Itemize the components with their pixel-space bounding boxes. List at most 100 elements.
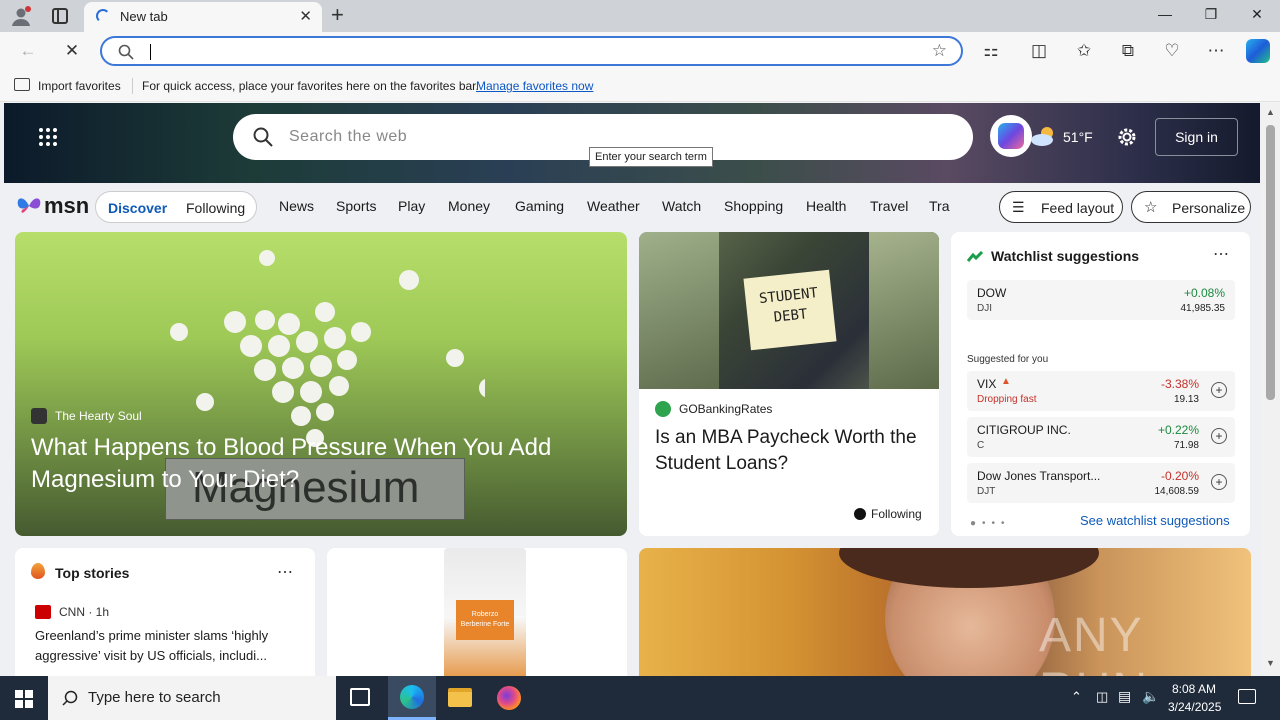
dow-row[interactable]: DOW DJI +0.08% 41,985.35 bbox=[967, 280, 1235, 320]
see-watchlist-link[interactable]: See watchlist suggestions bbox=[1080, 513, 1230, 528]
firefox-icon[interactable] bbox=[497, 686, 521, 710]
pouch-label-1: Roberzo bbox=[471, 611, 499, 618]
favorites-icon[interactable]: ✩ bbox=[1072, 41, 1096, 61]
restore-icon[interactable]: ❐ bbox=[1196, 6, 1226, 23]
watchlist-more-icon[interactable]: ⋯ bbox=[1213, 244, 1229, 264]
portrait-article-card[interactable]: ANY RUN bbox=[639, 548, 1251, 676]
mba-article-card[interactable]: STUDENT DEBT GOBankingRates Is an MBA Pa… bbox=[639, 232, 939, 536]
feed-toggle: Discover Following bbox=[95, 191, 257, 223]
manage-favorites-link[interactable]: Manage favorites now bbox=[476, 79, 593, 93]
edge-icon bbox=[400, 685, 424, 709]
scrollbar-thumb[interactable] bbox=[1266, 125, 1275, 400]
taskbar-date[interactable]: 3/24/2025 bbox=[1168, 700, 1221, 714]
msn-logo[interactable]: msn bbox=[44, 193, 89, 219]
more-menu-icon[interactable]: ⋯ bbox=[1204, 41, 1228, 61]
watchlist-card: Watchlist suggestions ⋯ DOW DJI +0.08% 4… bbox=[951, 232, 1250, 536]
scroll-up-icon[interactable]: ▲ bbox=[1266, 107, 1275, 117]
nav-health[interactable]: Health bbox=[806, 198, 846, 214]
nav-play[interactable]: Play bbox=[398, 198, 425, 214]
taskbar-search-icon bbox=[62, 690, 78, 706]
nav-news[interactable]: News bbox=[279, 198, 314, 214]
add-djt-icon[interactable]: + bbox=[1211, 474, 1227, 490]
apps-grid-icon[interactable] bbox=[38, 127, 58, 147]
collections-icon[interactable]: ⧉ bbox=[1116, 41, 1140, 61]
djt-row[interactable]: Dow Jones Transport... DJT -0.20% 14,608… bbox=[967, 463, 1235, 503]
tray-chevron-icon[interactable]: ⌃ bbox=[1071, 689, 1082, 705]
top-stories-more-icon[interactable]: ⋯ bbox=[277, 562, 293, 582]
top-stories-card: Top stories ⋯ CNN · 1h Greenland’s prime… bbox=[15, 548, 315, 676]
split-screen-icon[interactable]: ◫ bbox=[1027, 41, 1051, 61]
cnn-logo-icon bbox=[35, 605, 51, 619]
dow-symbol: DJI bbox=[977, 303, 992, 314]
volume-icon[interactable]: 🔈 bbox=[1142, 688, 1159, 705]
taskbar-time[interactable]: 8:08 AM bbox=[1172, 682, 1216, 696]
search-tooltip: Enter your search term bbox=[589, 147, 713, 167]
hero-source: The Hearty Soul bbox=[55, 409, 142, 423]
windows-start-icon[interactable] bbox=[15, 690, 33, 708]
weather-temperature[interactable]: 51°F bbox=[1063, 129, 1093, 145]
settings-gear-icon[interactable] bbox=[1116, 126, 1138, 148]
personalize-button[interactable]: ☆ Personalize bbox=[1131, 191, 1251, 223]
nav-traffic[interactable]: Tra bbox=[929, 198, 950, 214]
msn-butterfly-icon[interactable] bbox=[16, 195, 42, 217]
notification-icon[interactable] bbox=[1238, 689, 1256, 704]
nav-weather[interactable]: Weather bbox=[587, 198, 640, 214]
citigroup-price: 71.98 bbox=[1173, 440, 1199, 451]
mba-source: GOBankingRates bbox=[679, 402, 773, 416]
product-ad-card[interactable]: Roberzo Berberine Forte bbox=[327, 548, 627, 676]
favorite-star-icon[interactable]: ☆ bbox=[932, 41, 947, 61]
stop-icon[interactable]: ✕ bbox=[60, 41, 84, 61]
copilot-button-icon[interactable] bbox=[990, 115, 1032, 157]
navigation-bar: ← ✕ ☆ ⚏ ◫ ✩ ⧉ ♡ ⋯ bbox=[0, 32, 1280, 70]
taskbar-search[interactable]: Type here to search bbox=[48, 676, 336, 720]
stock-trend-icon bbox=[967, 251, 983, 262]
nav-money[interactable]: Money bbox=[448, 198, 490, 214]
copilot-icon[interactable] bbox=[1246, 39, 1270, 63]
scroll-down-icon[interactable]: ▼ bbox=[1266, 658, 1275, 668]
task-view-icon[interactable] bbox=[350, 688, 370, 706]
mba-title[interactable]: Is an MBA Paycheck Worth the Student Loa… bbox=[655, 425, 925, 477]
add-citigroup-icon[interactable]: + bbox=[1211, 428, 1227, 444]
djt-sub: DJT bbox=[977, 486, 996, 497]
nav-shopping[interactable]: Shopping bbox=[724, 198, 783, 214]
hero-title[interactable]: What Happens to Blood Pressure When You … bbox=[31, 432, 591, 496]
pagination-dots[interactable]: ●••• bbox=[970, 518, 1011, 529]
magnesium-article-card[interactable]: Magnesium The Hearty Soul What Happens t… bbox=[15, 232, 627, 536]
close-tab-icon[interactable]: ✕ bbox=[299, 7, 312, 25]
profile-icon[interactable] bbox=[10, 5, 32, 27]
nav-travel[interactable]: Travel bbox=[870, 198, 908, 214]
djt-name: Dow Jones Transport... bbox=[977, 469, 1101, 483]
network-icon[interactable]: ▤ bbox=[1118, 688, 1131, 705]
mba-following[interactable]: Following bbox=[871, 507, 922, 521]
window-close-icon[interactable]: ✕ bbox=[1242, 6, 1272, 23]
dow-price: 41,985.35 bbox=[1180, 303, 1226, 314]
page-scrollbar[interactable]: ▲ ▼ bbox=[1262, 103, 1280, 676]
source-logo-icon bbox=[31, 408, 47, 424]
feed-layout-button[interactable]: ☰ Feed layout bbox=[999, 191, 1123, 223]
portrait-hair bbox=[839, 548, 1099, 588]
citigroup-row[interactable]: CITIGROUP INC. C +0.22% 71.98 + bbox=[967, 417, 1235, 457]
story-headline[interactable]: Greenland’s prime minister slams ‘highly… bbox=[35, 626, 303, 666]
back-icon[interactable]: ← bbox=[16, 41, 40, 61]
add-vix-icon[interactable]: + bbox=[1211, 382, 1227, 398]
edge-taskbar-button[interactable] bbox=[388, 676, 436, 720]
extensions-icon[interactable]: ⚏ bbox=[979, 41, 1003, 61]
tab-discover[interactable]: Discover bbox=[108, 200, 167, 216]
file-explorer-icon[interactable] bbox=[448, 688, 472, 707]
new-tab-button[interactable]: + bbox=[331, 2, 344, 28]
tab-following[interactable]: Following bbox=[186, 200, 245, 216]
import-favorites-button[interactable]: Import favorites bbox=[38, 79, 121, 93]
vix-name: VIX bbox=[977, 377, 997, 391]
nav-watch[interactable]: Watch bbox=[662, 198, 701, 214]
nav-gaming[interactable]: Gaming bbox=[515, 198, 564, 214]
address-bar[interactable]: ☆ bbox=[100, 36, 963, 66]
minimize-icon[interactable]: — bbox=[1150, 6, 1180, 22]
tab-actions-icon[interactable] bbox=[52, 8, 68, 24]
tray-device-icon[interactable]: ◫ bbox=[1096, 689, 1108, 705]
browser-essentials-icon[interactable]: ♡ bbox=[1160, 41, 1184, 61]
sign-in-button[interactable]: Sign in bbox=[1155, 118, 1238, 156]
vix-row[interactable]: VIX ▲ Dropping fast -3.38% 19.13 + bbox=[967, 371, 1235, 411]
text-caret bbox=[150, 44, 151, 60]
nav-sports[interactable]: Sports bbox=[336, 198, 376, 214]
tab-new-tab[interactable]: New tab ✕ bbox=[84, 2, 322, 32]
